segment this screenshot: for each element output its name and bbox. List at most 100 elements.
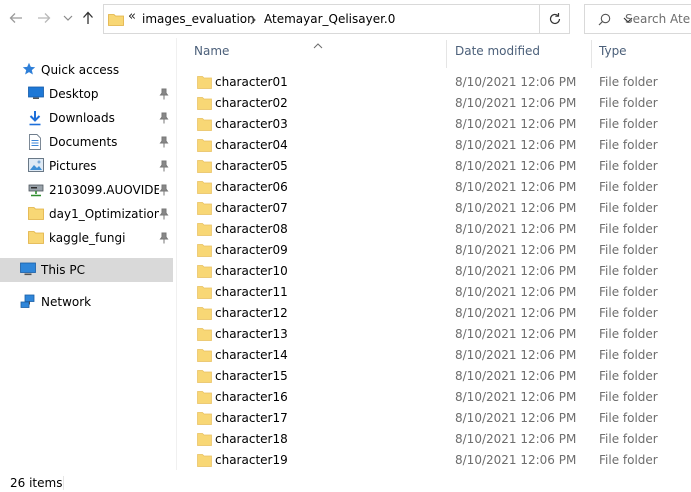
back-arrow-icon[interactable] bbox=[8, 10, 24, 26]
address-bar[interactable]: « images_evaluation Atemayar_Qelisayer.0 bbox=[103, 4, 633, 34]
list-item[interactable]: character01 8/10/2021 12:06 PM File folder bbox=[188, 72, 691, 93]
list-item[interactable]: character06 8/10/2021 12:06 PM File folder bbox=[188, 177, 691, 198]
pin-icon[interactable] bbox=[159, 208, 169, 220]
list-item[interactable]: character03 8/10/2021 12:06 PM File folder bbox=[188, 114, 691, 135]
file-name: character07 bbox=[215, 201, 288, 215]
breadcrumb-separator-icon[interactable] bbox=[250, 14, 256, 28]
sidebar-item-day1-optimization[interactable]: day1_Optimization b bbox=[0, 202, 173, 226]
breadcrumb-item[interactable]: images_evaluation bbox=[142, 12, 255, 26]
sidebar-item-this-pc[interactable]: This PC bbox=[0, 258, 173, 282]
file-date: 8/10/2021 12:06 PM bbox=[455, 75, 577, 89]
file-date: 8/10/2021 12:06 PM bbox=[455, 348, 577, 362]
pin-icon[interactable] bbox=[159, 88, 169, 100]
file-type: File folder bbox=[599, 75, 658, 89]
list-item[interactable]: character05 8/10/2021 12:06 PM File folder bbox=[188, 156, 691, 177]
sidebar-item-downloads[interactable]: Downloads bbox=[0, 106, 173, 130]
list-item[interactable]: character11 8/10/2021 12:06 PM File folder bbox=[188, 282, 691, 303]
breadcrumb-item-current[interactable]: Atemayar_Qelisayer.0 bbox=[264, 12, 395, 26]
download-icon bbox=[28, 110, 44, 126]
file-name: character11 bbox=[215, 285, 288, 299]
column-separator[interactable] bbox=[446, 40, 447, 68]
file-type: File folder bbox=[599, 390, 658, 404]
file-name: character05 bbox=[215, 159, 288, 173]
file-type: File folder bbox=[599, 327, 658, 341]
file-date: 8/10/2021 12:06 PM bbox=[455, 453, 577, 467]
file-name: character17 bbox=[215, 411, 288, 425]
list-item[interactable]: character15 8/10/2021 12:06 PM File folder bbox=[188, 366, 691, 387]
column-separator[interactable] bbox=[591, 40, 592, 68]
list-item[interactable]: character12 8/10/2021 12:06 PM File folder bbox=[188, 303, 691, 324]
file-type: File folder bbox=[599, 348, 658, 362]
documents-icon bbox=[28, 134, 44, 150]
column-header-date-modified[interactable]: Date modified bbox=[455, 44, 540, 66]
file-date: 8/10/2021 12:06 PM bbox=[455, 327, 577, 341]
file-date: 8/10/2021 12:06 PM bbox=[455, 285, 577, 299]
list-item[interactable]: character16 8/10/2021 12:06 PM File folder bbox=[188, 387, 691, 408]
sidebar-item-pictures[interactable]: Pictures bbox=[0, 154, 173, 178]
navigation-bar: « images_evaluation Atemayar_Qelisayer.0… bbox=[0, 0, 691, 38]
refresh-button[interactable] bbox=[540, 4, 570, 34]
desktop-icon bbox=[28, 86, 44, 102]
list-item[interactable]: character09 8/10/2021 12:06 PM File folder bbox=[188, 240, 691, 261]
forward-arrow-icon[interactable] bbox=[36, 10, 52, 26]
pane-divider[interactable] bbox=[176, 38, 177, 470]
pin-icon[interactable] bbox=[159, 160, 169, 172]
file-date: 8/10/2021 12:06 PM bbox=[455, 411, 577, 425]
folder-icon bbox=[197, 201, 212, 218]
file-type: File folder bbox=[599, 201, 658, 215]
recent-locations-chevron-icon[interactable] bbox=[60, 10, 76, 26]
folder-icon bbox=[197, 222, 212, 239]
folder-icon bbox=[197, 390, 212, 407]
column-header-type[interactable]: Type bbox=[599, 44, 627, 66]
list-item[interactable]: character02 8/10/2021 12:06 PM File folder bbox=[188, 93, 691, 114]
file-type: File folder bbox=[599, 159, 658, 173]
pin-icon[interactable] bbox=[159, 136, 169, 148]
file-type: File folder bbox=[599, 117, 658, 131]
pin-icon[interactable] bbox=[159, 112, 169, 124]
pin-icon[interactable] bbox=[159, 232, 169, 244]
list-item[interactable]: character13 8/10/2021 12:06 PM File folder bbox=[188, 324, 691, 345]
list-item[interactable]: character17 8/10/2021 12:06 PM File folder bbox=[188, 408, 691, 429]
status-divider bbox=[63, 476, 64, 490]
list-item[interactable]: character19 8/10/2021 12:06 PM File folder bbox=[188, 450, 691, 471]
sidebar-item-label: Quick access bbox=[41, 63, 120, 77]
sidebar-item-label: Documents bbox=[49, 135, 118, 149]
folder-icon bbox=[197, 411, 212, 428]
list-item[interactable]: character14 8/10/2021 12:06 PM File folder bbox=[188, 345, 691, 366]
folder-icon bbox=[28, 230, 44, 246]
pin-icon[interactable] bbox=[159, 184, 169, 196]
column-header-name[interactable]: Name bbox=[194, 44, 229, 66]
star-icon bbox=[22, 62, 38, 78]
sidebar-item-desktop[interactable]: Desktop bbox=[0, 82, 173, 106]
folder-icon bbox=[197, 432, 212, 449]
file-name: character18 bbox=[215, 432, 288, 446]
file-date: 8/10/2021 12:06 PM bbox=[455, 243, 577, 257]
file-name: character09 bbox=[215, 243, 288, 257]
file-date: 8/10/2021 12:06 PM bbox=[455, 369, 577, 383]
file-type: File folder bbox=[599, 222, 658, 236]
file-type: File folder bbox=[599, 243, 658, 257]
breadcrumb-overflow-icon[interactable]: « bbox=[128, 9, 136, 24]
sidebar-item-quick-access[interactable]: Quick access bbox=[0, 58, 173, 82]
file-date: 8/10/2021 12:06 PM bbox=[455, 264, 577, 278]
file-name: character03 bbox=[215, 117, 288, 131]
list-item[interactable]: character10 8/10/2021 12:06 PM File folder bbox=[188, 261, 691, 282]
sidebar-item-network-drive[interactable]: 2103099.AUOVIDE (\ bbox=[0, 178, 173, 202]
list-item[interactable]: character08 8/10/2021 12:06 PM File folder bbox=[188, 219, 691, 240]
folder-icon bbox=[197, 285, 212, 302]
list-item[interactable]: character18 8/10/2021 12:06 PM File folder bbox=[188, 429, 691, 450]
file-name: character08 bbox=[215, 222, 288, 236]
list-item[interactable]: character04 8/10/2021 12:06 PM File folder bbox=[188, 135, 691, 156]
status-item-count: 26 items bbox=[10, 476, 63, 490]
search-box[interactable]: Search Atem bbox=[584, 4, 691, 34]
file-name: character04 bbox=[215, 138, 288, 152]
sidebar-item-network[interactable]: Network bbox=[0, 290, 173, 314]
file-name: character19 bbox=[215, 453, 288, 467]
sidebar-item-kaggle-fungi[interactable]: kaggle_fungi bbox=[0, 226, 173, 250]
file-type: File folder bbox=[599, 180, 658, 194]
sidebar-item-documents[interactable]: Documents bbox=[0, 130, 173, 154]
up-arrow-icon[interactable] bbox=[80, 10, 96, 26]
list-item[interactable]: character07 8/10/2021 12:06 PM File folder bbox=[188, 198, 691, 219]
sidebar-item-label: Network bbox=[41, 295, 92, 309]
folder-icon bbox=[197, 327, 212, 344]
